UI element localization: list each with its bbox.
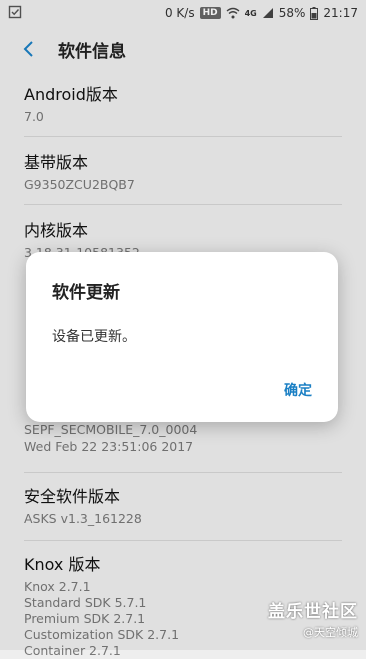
software-update-dialog: 软件更新 设备已更新。 确定 (26, 252, 338, 422)
watermark-line-1: 盖乐世社区 (268, 602, 358, 622)
watermark: 盖乐世社区 @天空倾城 (268, 597, 358, 640)
watermark-line-2: @天空倾城 (303, 626, 358, 639)
dialog-message: 设备已更新。 (52, 329, 136, 345)
dialog-title: 软件更新 (52, 283, 120, 303)
ok-button[interactable]: 确定 (282, 376, 314, 404)
